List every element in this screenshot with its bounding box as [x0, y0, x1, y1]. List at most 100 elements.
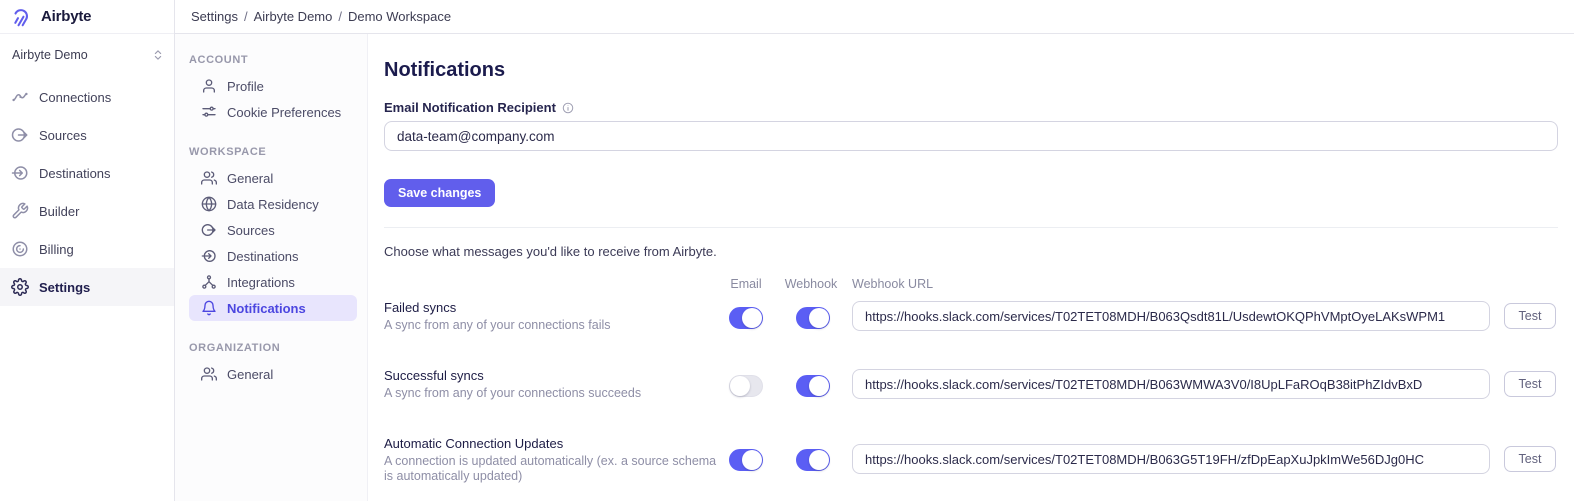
notification-name: Successful syncs [384, 369, 641, 383]
sidebar-item-label: Settings [39, 280, 90, 295]
sidebar-item-connections[interactable]: Connections [0, 78, 174, 116]
webhook-toggle[interactable] [796, 449, 830, 471]
sidebar-item-destinations[interactable]: Destinations [0, 154, 174, 192]
sidebar-item-label: Connections [39, 90, 111, 105]
page-title: Notifications [384, 58, 1558, 82]
settings-section-account: ACCOUNT [189, 54, 357, 67]
settings-item-profile[interactable]: Profile [189, 73, 357, 99]
notification-name: Automatic Connection Updates [384, 437, 719, 451]
breadcrumb-workspace[interactable]: Demo Workspace [348, 9, 451, 24]
sliders-icon [201, 104, 217, 120]
gear-icon [11, 278, 29, 296]
notification-description: A sync from any of your connections fail… [384, 318, 611, 333]
test-webhook-button[interactable]: Test [1504, 446, 1556, 472]
users-icon [201, 170, 217, 186]
settings-item-notifications[interactable]: Notifications [189, 295, 357, 321]
destination-icon [11, 164, 29, 182]
notification-description: A connection is updated automatically (e… [384, 454, 719, 484]
app-logo[interactable]: Airbyte [0, 0, 174, 34]
bell-icon [201, 300, 217, 316]
settings-item-label: Notifications [227, 301, 306, 316]
notification-name: Failed syncs [384, 301, 611, 315]
settings-item-label: Integrations [227, 275, 295, 290]
settings-item-sources[interactable]: Sources [189, 217, 357, 243]
settings-item-label: Destinations [227, 249, 299, 264]
settings-item-general-organization[interactable]: General [189, 361, 357, 387]
chevron-up-down-icon [152, 48, 164, 62]
notification-row-automatic-connection-updates: Automatic Connection Updates A connectio… [384, 431, 1558, 491]
notifications-page: Notifications Email Notification Recipie… [368, 34, 1574, 501]
connections-icon [11, 88, 29, 106]
webhook-url-input[interactable] [852, 301, 1490, 331]
app-sidebar: Airbyte Airbyte Demo C [0, 0, 175, 501]
test-webhook-button[interactable]: Test [1504, 303, 1556, 329]
airbyte-app: Settings / Airbyte Demo / Demo Workspace… [0, 0, 1574, 501]
airbyte-logo-icon [12, 6, 34, 28]
notifications-table: Email Webhook Webhook URL Failed syncs A… [384, 277, 1558, 491]
test-webhook-button[interactable]: Test [1504, 371, 1556, 397]
integrations-branch-icon [201, 274, 217, 290]
email-toggle[interactable] [729, 307, 763, 329]
notification-info: Automatic Connection Updates A connectio… [384, 437, 719, 484]
breadcrumb-organization[interactable]: Airbyte Demo [254, 9, 333, 24]
notification-info: Failed syncs A sync from any of your con… [384, 301, 611, 333]
table-header-row: Email Webhook Webhook URL [384, 277, 1558, 291]
settings-item-data-residency[interactable]: Data Residency [189, 191, 357, 217]
settings-item-label: General [227, 367, 273, 382]
destination-icon [201, 248, 217, 264]
sidebar-item-label: Destinations [39, 166, 111, 181]
source-icon [11, 126, 29, 144]
users-icon [201, 366, 217, 382]
webhook-toggle[interactable] [796, 375, 830, 397]
email-toggle[interactable] [729, 449, 763, 471]
breadcrumb-separator: / [244, 9, 248, 24]
source-icon [201, 222, 217, 238]
section-divider [384, 227, 1558, 228]
wrench-icon [11, 202, 29, 220]
webhook-toggle[interactable] [796, 307, 830, 329]
settings-item-label: Profile [227, 79, 264, 94]
workspace-selector[interactable]: Airbyte Demo [0, 40, 174, 70]
notification-row-successful-syncs: Successful syncs A sync from any of your… [384, 363, 1558, 409]
sidebar-item-settings[interactable]: Settings [0, 268, 174, 306]
workspace-name: Airbyte Demo [12, 48, 88, 62]
breadcrumb: Settings / Airbyte Demo / Demo Workspace [191, 9, 451, 24]
settings-item-destinations[interactable]: Destinations [189, 243, 357, 269]
breadcrumb-settings[interactable]: Settings [191, 9, 238, 24]
notification-row-failed-syncs: Failed syncs A sync from any of your con… [384, 295, 1558, 341]
settings-item-cookie-preferences[interactable]: Cookie Preferences [189, 99, 357, 125]
sidebar-item-builder[interactable]: Builder [0, 192, 174, 230]
email-recipient-input[interactable] [384, 121, 1558, 151]
settings-item-integrations[interactable]: Integrations [189, 269, 357, 295]
email-toggle[interactable] [729, 375, 763, 397]
column-header-webhook: Webhook [780, 277, 842, 291]
user-icon [201, 78, 217, 94]
settings-item-label: Cookie Preferences [227, 105, 341, 120]
info-icon [562, 102, 574, 114]
webhook-url-input[interactable] [852, 369, 1490, 399]
settings-section-organization: ORGANIZATION [189, 342, 357, 355]
settings-item-label: Data Residency [227, 197, 319, 212]
settings-item-label: Sources [227, 223, 275, 238]
settings-item-label: General [227, 171, 273, 186]
globe-icon [201, 196, 217, 212]
settings-item-general-workspace[interactable]: General [189, 165, 357, 191]
email-recipient-label: Email Notification Recipient [384, 100, 556, 115]
topbar: Settings / Airbyte Demo / Demo Workspace [175, 0, 1574, 34]
sidebar-item-sources[interactable]: Sources [0, 116, 174, 154]
notification-info: Successful syncs A sync from any of your… [384, 369, 641, 401]
save-changes-button[interactable]: Save changes [384, 179, 495, 207]
brand-name: Airbyte [41, 8, 91, 25]
main-nav: Connections Sources Dest [0, 78, 174, 306]
settings-section-workspace: WORKSPACE [189, 146, 357, 159]
sidebar-item-label: Sources [39, 128, 87, 143]
notifications-intro-text: Choose what messages you'd like to recei… [384, 245, 1558, 259]
notification-description: A sync from any of your connections succ… [384, 386, 641, 401]
webhook-url-input[interactable] [852, 444, 1490, 474]
column-header-email: Email [723, 277, 769, 291]
sidebar-item-label: Builder [39, 204, 79, 219]
sidebar-item-label: Billing [39, 242, 74, 257]
column-header-webhook-url: Webhook URL [852, 277, 933, 291]
breadcrumb-separator: / [338, 9, 342, 24]
sidebar-item-billing[interactable]: Billing [0, 230, 174, 268]
